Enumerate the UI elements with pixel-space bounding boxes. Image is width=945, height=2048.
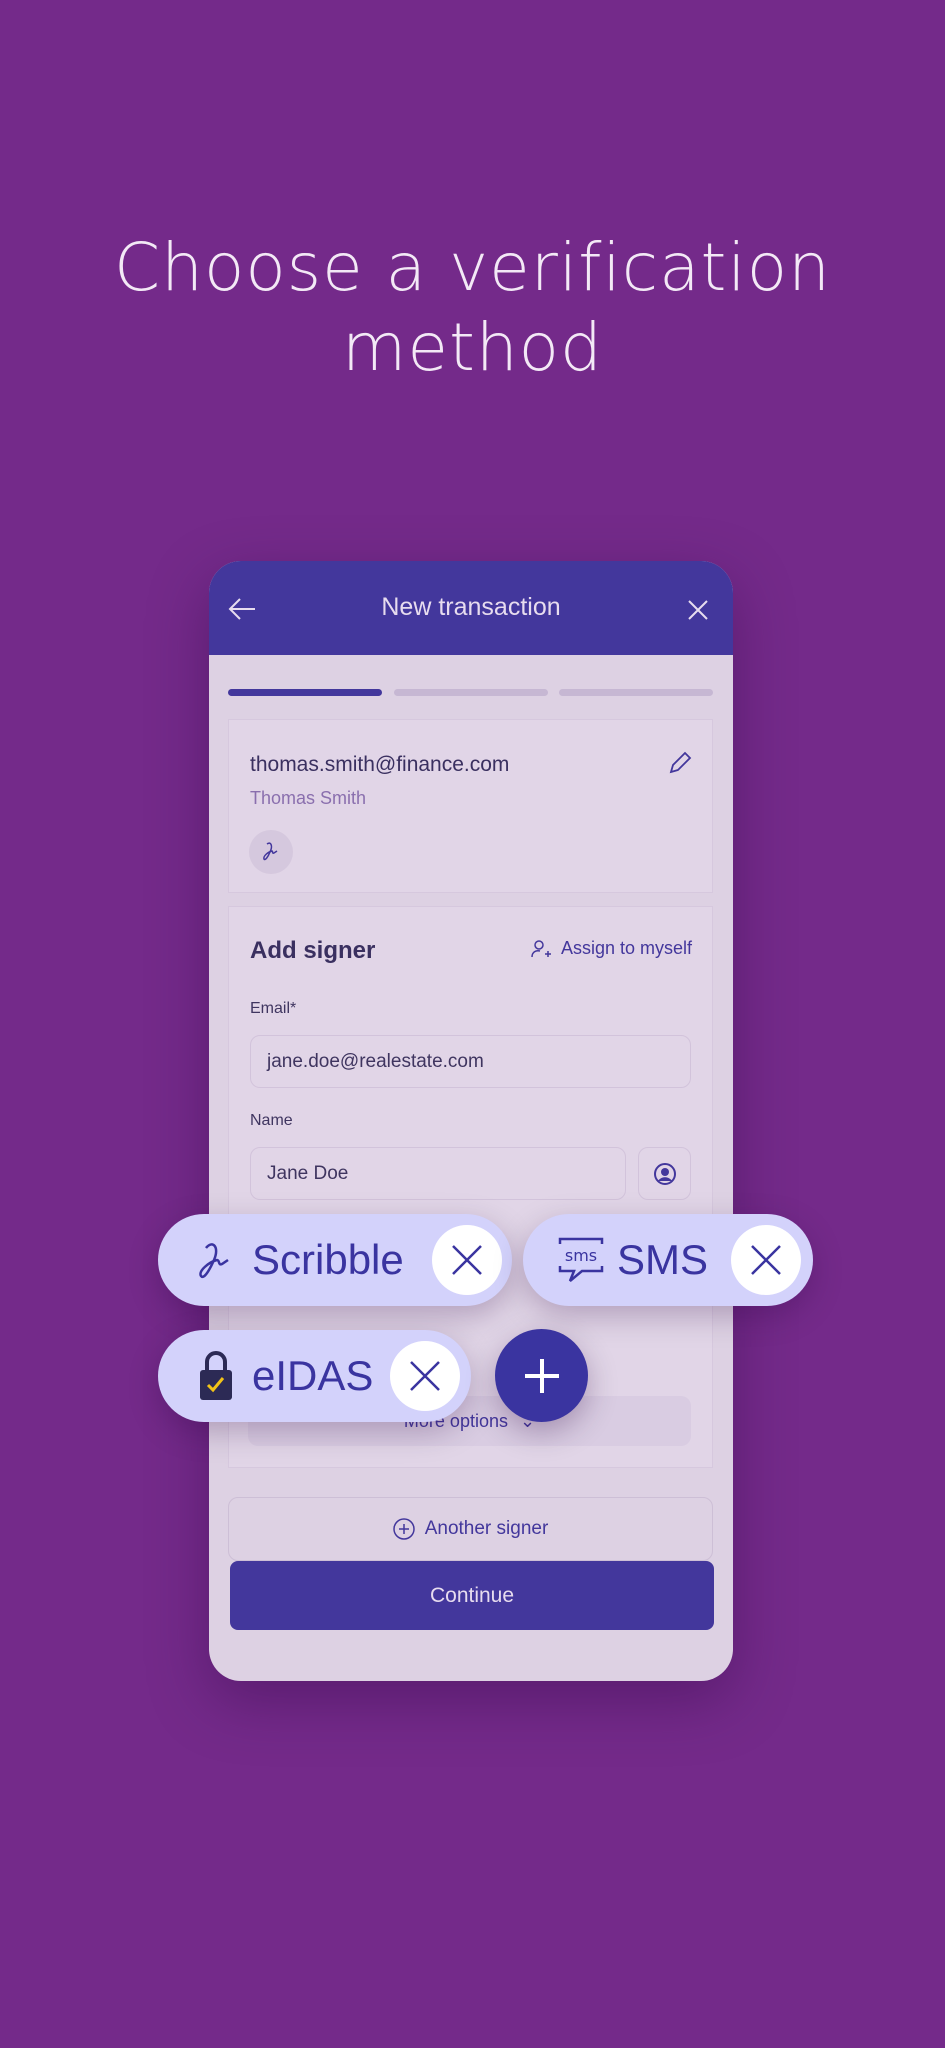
progress-step-2	[394, 689, 548, 696]
plus-circle-icon	[392, 1518, 415, 1540]
contacts-button[interactable]	[638, 1147, 691, 1200]
user-add-icon	[531, 939, 551, 957]
email-field[interactable]: jane.doe@realestate.com	[250, 1035, 691, 1088]
owner-name: Thomas Smith	[250, 788, 367, 808]
headline: Choose a verification method	[114, 229, 831, 386]
user-circle-icon	[653, 1162, 676, 1185]
assign-label: Assign to myself	[560, 938, 692, 958]
eu-lock-icon	[200, 1351, 232, 1400]
svg-text:sms: sms	[565, 1246, 597, 1265]
owner-email: thomas.smith@finance.com	[250, 753, 510, 776]
continue-button[interactable]: Continue	[230, 1561, 714, 1630]
close-icon	[751, 1245, 781, 1275]
remove-scribble-button[interactable]	[432, 1225, 502, 1295]
assign-to-myself-link[interactable]: Assign to myself	[531, 938, 692, 959]
progress-step-3	[559, 689, 713, 696]
chip-eidas: eIDAS	[158, 1330, 471, 1422]
chip-scribble: Scribble	[158, 1214, 512, 1306]
chip-label: Scribble	[252, 1236, 404, 1283]
header-title: New transaction	[381, 593, 561, 621]
remove-sms-button[interactable]	[731, 1225, 801, 1295]
app-header: New transaction	[209, 561, 733, 655]
plus-icon	[524, 1358, 559, 1393]
close-icon	[452, 1245, 482, 1275]
pencil-icon[interactable]	[667, 750, 693, 776]
close-icon	[410, 1361, 440, 1391]
scribble-icon	[249, 830, 293, 874]
name-field[interactable]: Jane Doe	[250, 1147, 626, 1200]
add-method-button[interactable]	[495, 1329, 588, 1422]
add-signer-title: Add signer	[250, 937, 376, 964]
chip-sms: sms SMS	[523, 1214, 813, 1306]
remove-eidas-button[interactable]	[390, 1341, 460, 1411]
owner-card: thomas.smith@finance.com Thomas Smith	[228, 719, 713, 893]
chip-label: SMS	[617, 1236, 709, 1283]
phone-mockup: New transaction thomas.smith@finance.com…	[209, 561, 733, 1681]
another-signer-label: Another signer	[424, 1518, 549, 1539]
scribble-icon	[199, 1243, 229, 1279]
another-signer-button[interactable]: Another signer	[228, 1497, 713, 1561]
close-icon[interactable]	[687, 599, 709, 621]
chip-label: eIDAS	[252, 1352, 374, 1399]
sms-icon: sms	[558, 1237, 604, 1282]
email-label: Email*	[250, 1000, 297, 1017]
progress-step-1	[228, 689, 382, 696]
name-label: Name	[250, 1112, 293, 1129]
